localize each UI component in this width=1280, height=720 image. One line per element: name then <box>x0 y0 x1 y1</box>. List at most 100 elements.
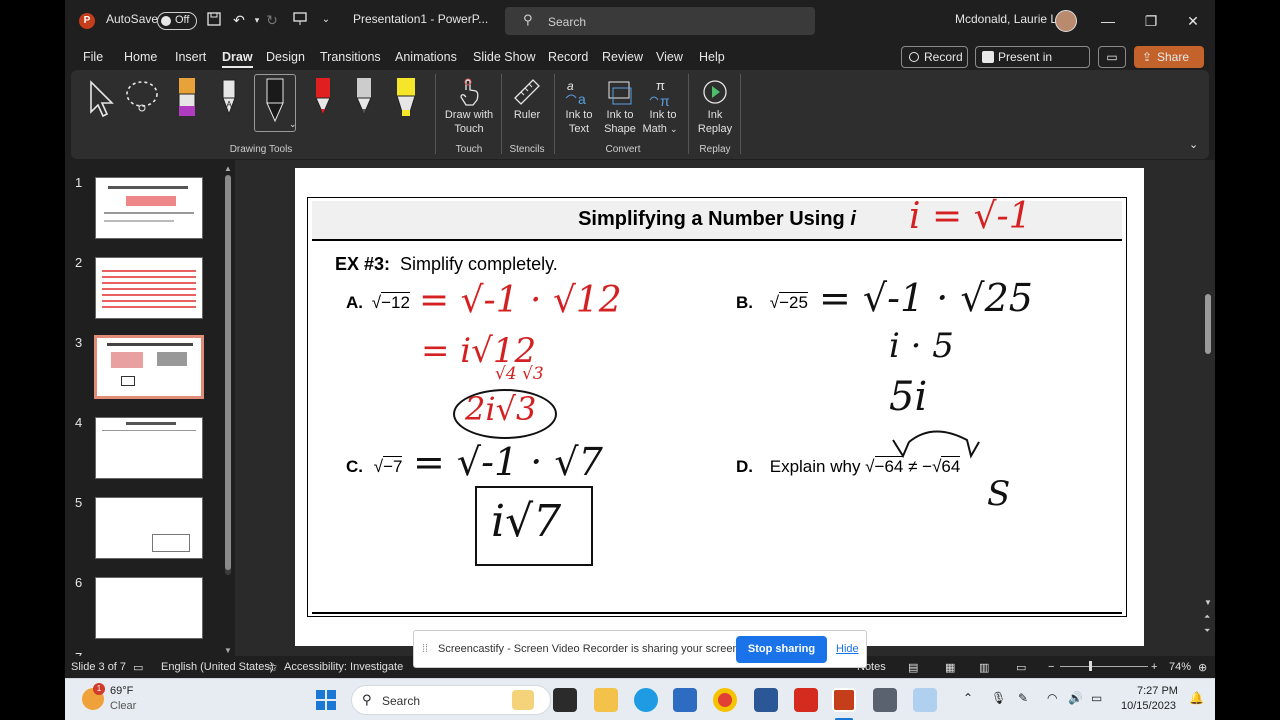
comments-button[interactable]: ▭ <box>1098 46 1126 68</box>
zoom-slider-thumb[interactable] <box>1089 661 1092 671</box>
tab-animations[interactable]: Animations <box>395 50 457 64</box>
slide-thumbnail-4[interactable] <box>95 417 203 479</box>
pen-orange[interactable] <box>175 76 199 123</box>
zoom-slider[interactable] <box>1060 661 1148 671</box>
pen-silver[interactable] <box>352 76 376 123</box>
acrobat-icon[interactable] <box>794 688 818 712</box>
edge-icon[interactable] <box>634 688 658 712</box>
autosave-toggle[interactable]: Off <box>157 12 197 30</box>
zoom-in-icon[interactable]: + <box>1151 661 1157 673</box>
ribbon-tabs: File Home Insert Draw Design Transitions… <box>65 42 1215 84</box>
file-explorer-icon[interactable] <box>594 688 618 712</box>
normal-view-icon[interactable]: ▤ <box>908 661 918 674</box>
avatar[interactable] <box>1055 10 1077 32</box>
powerpoint-taskbar-icon[interactable] <box>832 688 856 712</box>
ink-to-text-icon: aa <box>565 79 586 107</box>
customize-toolbar-icon[interactable]: ⌄ <box>317 11 335 29</box>
user-name[interactable]: Mcdonald, Laurie L. <box>955 12 1060 26</box>
fit-to-window-icon[interactable]: ⊕ <box>1198 661 1207 674</box>
record-button[interactable]: Record <box>901 46 968 68</box>
redo-icon[interactable]: ↻ <box>263 11 281 29</box>
snipping-tool-icon[interactable] <box>913 688 937 712</box>
zoom-level[interactable]: 74% <box>1169 661 1191 673</box>
present-icon[interactable] <box>291 11 309 29</box>
notifications-icon[interactable]: 🔔 <box>1189 691 1204 705</box>
wifi-icon[interactable]: ◠ <box>1047 691 1057 705</box>
microphone-icon[interactable]: 🎙 <box>991 691 1006 705</box>
show-hidden-icons-icon[interactable]: ⌃ <box>963 691 973 705</box>
save-icon[interactable] <box>205 11 223 29</box>
chrome-icon[interactable] <box>713 688 737 712</box>
tab-draw[interactable]: Draw <box>222 50 253 68</box>
next-slide-icon[interactable]: ⏷ <box>1204 626 1210 636</box>
pen-icon[interactable]: ✎ <box>1018 691 1028 705</box>
clock-date[interactable]: 10/15/2023 <box>1121 700 1176 712</box>
tab-file[interactable]: File <box>83 50 103 64</box>
thumbnail-scrollbar[interactable] <box>225 175 231 575</box>
task-view-icon[interactable] <box>553 688 577 712</box>
stop-sharing-button[interactable]: Stop sharing <box>736 636 827 663</box>
pen-red[interactable] <box>311 76 335 123</box>
scroll-thumb[interactable] <box>1205 294 1211 354</box>
hide-link[interactable]: Hide <box>836 643 859 655</box>
ink-to-shape-button[interactable]: Ink to Shape <box>600 76 640 138</box>
close-icon[interactable]: ✕ <box>1179 8 1207 34</box>
ink-replay-button[interactable]: Ink Replay <box>693 76 737 138</box>
slide-thumbnail-6[interactable] <box>95 577 203 639</box>
slide-canvas[interactable]: Simplifying a Number Using i EX #3: Simp… <box>295 168 1144 646</box>
slide-thumbnail-1[interactable] <box>95 177 203 239</box>
tab-review[interactable]: Review <box>602 50 643 64</box>
slide-thumbnail-5[interactable] <box>95 497 203 559</box>
spellcheck-icon[interactable]: ▭ <box>133 661 143 674</box>
volume-icon[interactable]: 🔊 <box>1068 691 1083 705</box>
battery-icon[interactable]: ▭ <box>1091 691 1102 705</box>
ink-to-math-button[interactable]: ππ Ink to Math ⌄ <box>641 76 685 138</box>
tab-record[interactable]: Record <box>548 50 588 64</box>
select-tool[interactable] <box>87 78 117 121</box>
accessibility-status[interactable]: Accessibility: Investigate <box>284 661 403 673</box>
draw-with-touch-button[interactable]: Draw with Touch <box>441 76 497 138</box>
pen-yellow-highlighter[interactable] <box>393 76 419 123</box>
store-icon[interactable] <box>673 688 697 712</box>
windows-start-icon[interactable] <box>314 688 338 712</box>
pen-action[interactable]: A <box>217 76 241 123</box>
calculator-icon[interactable] <box>873 688 897 712</box>
language-indicator[interactable]: English (United States) <box>161 661 274 673</box>
pen-black-selected[interactable]: ⌄ <box>254 74 297 132</box>
scroll-up-icon[interactable]: ▲ <box>224 164 232 173</box>
share-button[interactable]: ⇪ Share <box>1134 46 1204 68</box>
undo-icon[interactable]: ↶ <box>230 11 248 29</box>
tab-insert[interactable]: Insert <box>175 50 206 64</box>
weather-temp[interactable]: 69°F <box>110 685 133 697</box>
tab-slide-show[interactable]: Slide Show <box>473 50 536 64</box>
tab-home[interactable]: Home <box>124 50 157 64</box>
zoom-out-icon[interactable]: − <box>1048 661 1054 673</box>
maximize-icon[interactable]: ❐ <box>1137 8 1165 34</box>
lasso-select-tool[interactable] <box>123 78 163 121</box>
slideshow-view-icon[interactable]: ▭ <box>1016 661 1026 674</box>
collapse-ribbon-icon[interactable]: ⌄ <box>1189 138 1198 151</box>
tab-transitions[interactable]: Transitions <box>320 50 381 64</box>
reading-view-icon[interactable]: ▥ <box>979 661 989 674</box>
tab-view[interactable]: View <box>656 50 683 64</box>
scroll-down-icon[interactable]: ▼ <box>1204 598 1212 607</box>
word-icon[interactable] <box>754 688 778 712</box>
slide-thumbnail-3-selected[interactable] <box>94 335 204 399</box>
previous-slide-icon[interactable]: ⏶ <box>1204 612 1210 622</box>
tab-design[interactable]: Design <box>266 50 305 64</box>
slide-sorter-icon[interactable]: ▦ <box>945 661 955 674</box>
slide-thumbnail-2[interactable] <box>95 257 203 319</box>
ink-to-shape-line2: Shape <box>604 123 636 135</box>
group-stencils: Stencils <box>509 144 545 155</box>
ink-to-text-button[interactable]: aa Ink to Text <box>561 76 597 138</box>
taskbar-search[interactable]: ⚲ Search <box>351 685 551 715</box>
drag-handle-icon[interactable]: ⁞⁞ <box>422 643 428 655</box>
clock-time[interactable]: 7:27 PM <box>1137 685 1178 697</box>
scroll-down-icon[interactable]: ▼ <box>224 646 232 655</box>
present-in-teams-button[interactable]: Present in Teams <box>975 46 1090 84</box>
minimize-icon[interactable]: — <box>1094 8 1122 34</box>
ruler-button[interactable]: Ruler <box>505 76 549 138</box>
search-box[interactable]: ⚲ Search <box>505 7 815 35</box>
tab-help[interactable]: Help <box>699 50 725 64</box>
vertical-scrollbar[interactable]: ▼ ⏶ ⏷ <box>1202 160 1215 658</box>
